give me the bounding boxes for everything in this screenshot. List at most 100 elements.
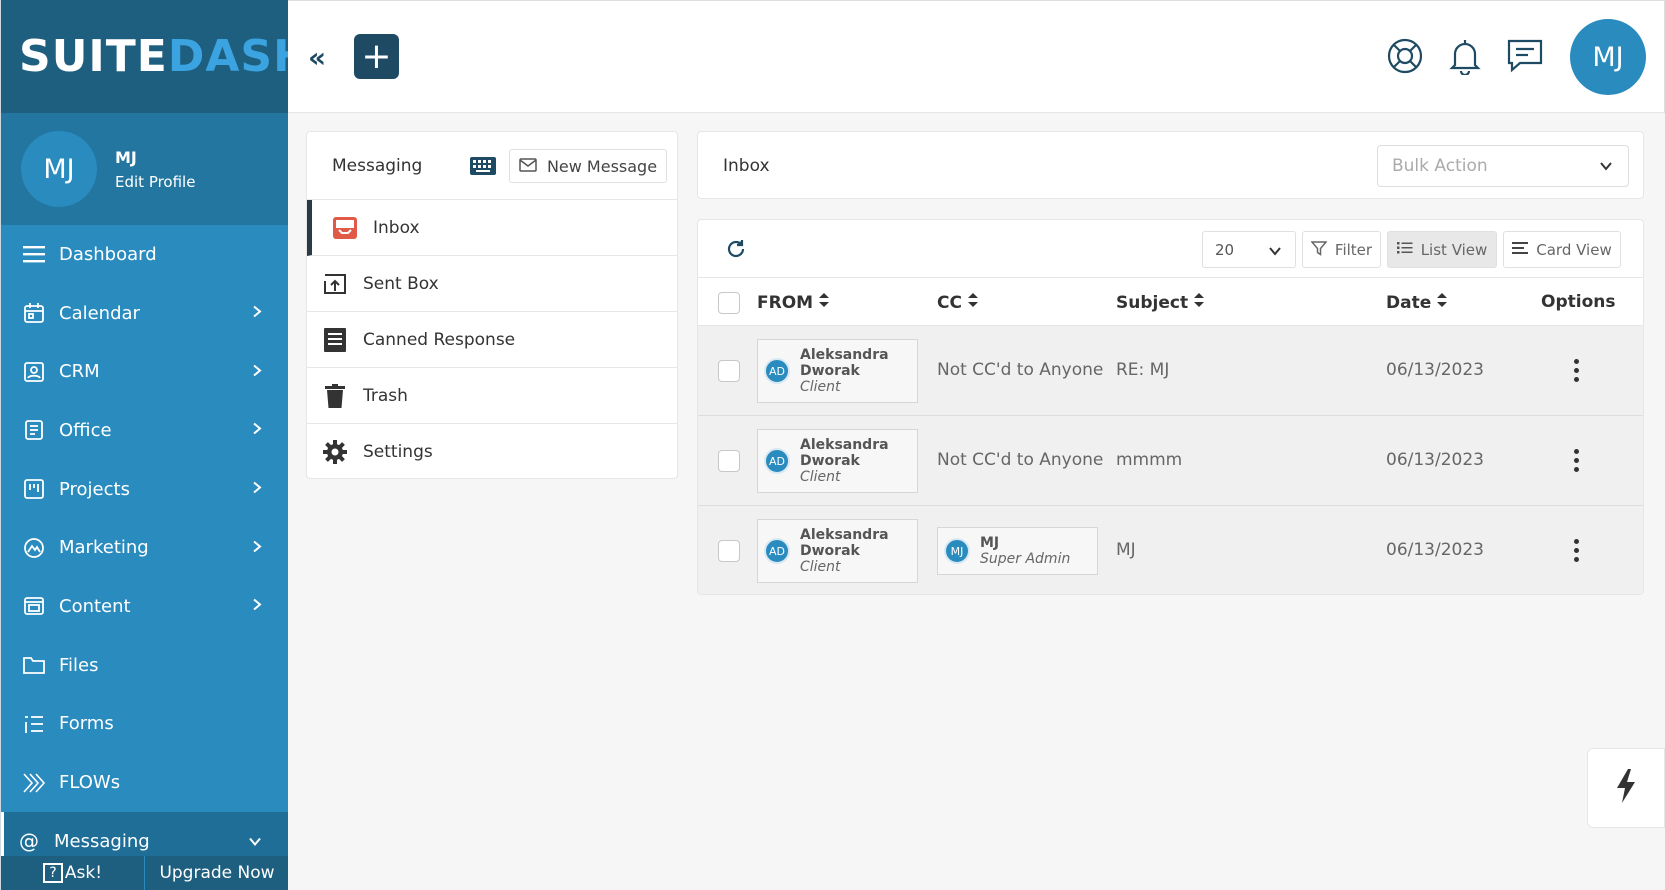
sidebar-item-marketing[interactable]: Marketing [1,518,288,577]
row-checkbox[interactable] [718,540,740,562]
sender-role: Client [800,379,841,395]
folder-trash[interactable]: Trash [307,368,677,424]
sidebar-item-label: Marketing [59,537,149,559]
office-icon [21,417,47,443]
bulk-action-select[interactable]: Bulk Action [1377,145,1629,187]
new-message-label: New Message [546,156,658,176]
sidebar-item-calendar[interactable]: Calendar [1,284,288,343]
upgrade-now-button[interactable]: Upgrade Now [145,856,288,890]
ask-label: Ask! [64,863,103,883]
column-date-label: Date [1386,292,1432,313]
sidebar-item-content[interactable]: Content [1,577,288,636]
marketing-icon [21,535,47,561]
chevron-right-icon [252,479,262,500]
cc-chip[interactable]: MJ MJ Super Admin [937,527,1098,575]
sender-chip[interactable]: AD Aleksandra Dworak Client [757,339,918,403]
more-options-icon[interactable] [1574,359,1580,386]
content-icon [21,593,47,619]
folder-list: Inbox Sent Box Canned Response Trash Set… [307,200,677,480]
chevron-down-icon [1267,243,1283,263]
folder-inbox[interactable]: Inbox [307,200,677,256]
new-message-button[interactable]: New Message [509,149,667,183]
collapse-sidebar-icon[interactable]: « [308,41,326,74]
cc-text: Not CC'd to Anyone [937,360,1104,380]
sidebar-item-files[interactable]: Files [1,636,288,695]
select-all-checkbox[interactable] [718,292,740,314]
column-subject-label: Subject [1116,292,1189,313]
folder-icon [21,652,47,678]
chat-icon[interactable] [1506,37,1544,75]
edit-profile-link[interactable]: Edit Profile [115,173,195,191]
folder-sent-box[interactable]: Sent Box [307,256,677,312]
subject-text[interactable]: RE: MJ [1116,360,1169,380]
column-cc[interactable]: CC [937,292,978,313]
messages-table: 20 Filter List View Card View FROM CC Su… [697,219,1644,595]
messaging-title: Messaging [332,155,423,176]
sidebar-item-label: Files [59,654,99,676]
chevron-down-icon [248,831,262,852]
filter-label: Filter [1334,240,1373,259]
cc-role: Super Admin [980,551,1071,567]
sidebar-footer: ? Ask! Upgrade Now [1,856,288,890]
support-icon[interactable] [1386,37,1424,75]
sidebar-item-office[interactable]: Office [1,401,288,460]
sender-chip[interactable]: AD Aleksandra Dworak Client [757,519,918,583]
bell-icon[interactable] [1446,37,1484,75]
cc-name: MJ [980,535,1000,551]
list-icon [21,241,47,267]
quick-actions-button[interactable] [1587,748,1665,828]
sidebar-item-forms[interactable]: Forms [1,695,288,754]
sidebar-item-label: Messaging [54,830,150,852]
column-from[interactable]: FROM [757,292,830,313]
lightning-icon [1615,769,1637,807]
canned-response-icon [321,326,349,354]
refresh-icon[interactable] [725,238,747,264]
more-options-icon[interactable] [1574,539,1580,566]
sender-chip[interactable]: AD Aleksandra Dworak Client [757,429,918,493]
folder-settings[interactable]: Settings [307,424,677,480]
folder-label: Settings [363,442,433,462]
sent-box-icon [321,270,349,298]
subject-text[interactable]: mmmm [1116,450,1182,470]
folder-label: Canned Response [363,329,516,350]
sender-name: Aleksandra Dworak [800,437,889,469]
ask-button[interactable]: ? Ask! [1,856,145,890]
row-checkbox[interactable] [718,450,740,472]
keyboard-icon[interactable] [470,157,496,179]
column-subject[interactable]: Subject [1116,292,1205,313]
add-button[interactable]: + [354,34,399,79]
folder-label: Sent Box [363,273,439,294]
sidebar-item-flows[interactable]: FLOWs [1,753,288,812]
table-row[interactable]: AD Aleksandra Dworak Client MJ MJ Super … [698,506,1643,594]
column-date[interactable]: Date [1386,292,1448,313]
table-row[interactable]: AD Aleksandra Dworak Client Not CC'd to … [698,326,1643,416]
more-options-icon[interactable] [1574,449,1580,476]
list-view-icon [1396,241,1413,259]
table-toolbar: 20 Filter List View Card View [698,220,1643,278]
user-avatar[interactable]: MJ [1570,19,1646,95]
profile-avatar[interactable]: MJ [21,131,97,207]
card-view-button[interactable]: Card View [1503,231,1621,268]
per-page-select[interactable]: 20 [1202,231,1296,268]
trash-icon [321,382,349,410]
folder-label: Trash [363,385,408,406]
help-icon: ? [42,863,63,883]
chevron-right-icon [252,420,262,441]
sidebar-item-projects[interactable]: Projects [1,460,288,519]
table-row[interactable]: AD Aleksandra Dworak Client Not CC'd to … [698,416,1643,506]
folder-canned-response[interactable]: Canned Response [307,312,677,368]
column-cc-label: CC [937,292,962,313]
suitedash-logo[interactable]: SUITEDASH [19,31,288,82]
sidebar-item-label: Dashboard [59,243,157,265]
sidebar-item-dashboard[interactable]: Dashboard [1,225,288,284]
sidebar-item-crm[interactable]: CRM [1,342,288,401]
row-checkbox[interactable] [718,360,740,382]
filter-button[interactable]: Filter [1302,231,1381,268]
column-from-label: FROM [757,292,814,313]
messaging-panel: Messaging New Message Inbox Sent Box Can… [306,131,678,479]
per-page-value: 20 [1215,240,1235,259]
card-view-label: Card View [1536,240,1612,259]
profile-section: MJ MJ Edit Profile [1,113,288,225]
list-view-button[interactable]: List View [1387,231,1497,268]
subject-text[interactable]: MJ [1116,540,1136,560]
